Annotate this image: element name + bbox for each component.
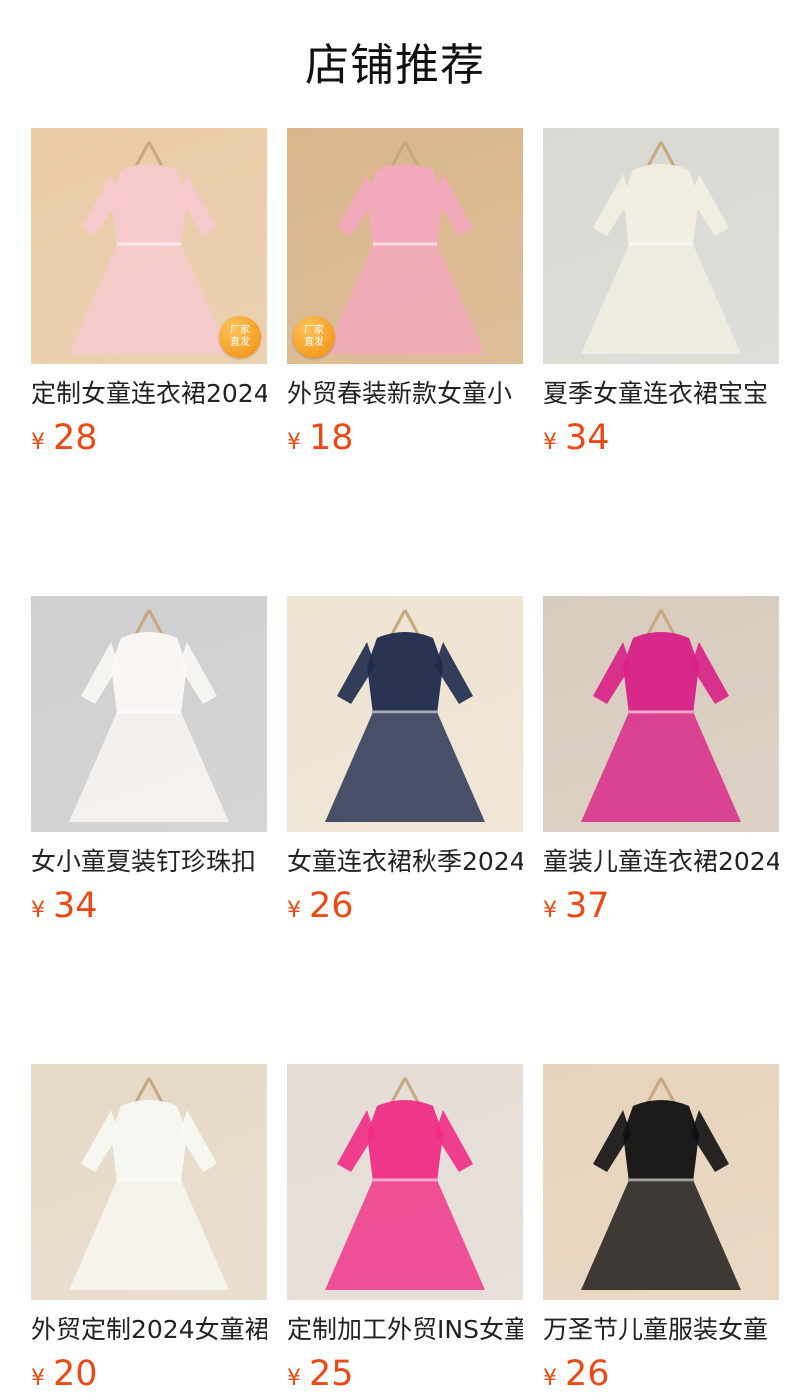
product-price: ¥25 — [287, 1354, 523, 1400]
product-price: ¥37 — [543, 886, 779, 932]
pink-tulle-dress-image[interactable]: 厂家 直发 — [31, 128, 267, 364]
product-grid: 厂家 直发 定制女童连衣裙2024 ¥28 厂家 直发 外贸春装新款女童小 ¥18 夏季女童连衣… — [31, 128, 779, 1400]
product-price: ¥34 — [543, 418, 779, 464]
factory-direct-badge: 厂家 直发 — [219, 316, 261, 358]
currency-symbol: ¥ — [543, 898, 557, 923]
halloween-boo-dress-image[interactable] — [543, 1064, 779, 1300]
product-name[interactable]: 女小童夏装钉珍珠扣 — [31, 846, 267, 878]
product-price: ¥34 — [31, 886, 267, 932]
price-value: 20 — [53, 1354, 98, 1394]
product-card[interactable]: 厂家 直发定制女童连衣裙2024 ¥28 — [31, 128, 267, 464]
price-value: 34 — [565, 418, 610, 458]
product-card[interactable]: 外贸定制2024女童裙 ¥20 — [31, 1064, 267, 1400]
product-name[interactable]: 定制女童连衣裙2024 — [31, 378, 267, 410]
currency-symbol: ¥ — [31, 430, 45, 455]
badge-line-2: 直发 — [230, 337, 250, 348]
product-name[interactable]: 万圣节儿童服装女童 — [543, 1314, 779, 1346]
currency-symbol: ¥ — [31, 898, 45, 923]
price-value: 25 — [309, 1354, 354, 1394]
currency-symbol: ¥ — [287, 898, 301, 923]
product-name[interactable]: 女童连衣裙秋季2024 — [287, 846, 523, 878]
pink-unicorn-dress-image[interactable]: 厂家 直发 — [287, 128, 523, 364]
product-card[interactable]: 厂家 直发外贸春装新款女童小 ¥18 — [287, 128, 523, 464]
factory-direct-badge: 厂家 直发 — [293, 316, 335, 358]
good-vibes-pink-dress-image[interactable] — [287, 1064, 523, 1300]
green-rose-dress-image[interactable] — [31, 1064, 267, 1300]
product-card[interactable]: 童装儿童连衣裙2024 ¥37 — [543, 596, 779, 932]
badge-line-2: 直发 — [304, 337, 324, 348]
product-price: ¥20 — [31, 1354, 267, 1400]
price-value: 37 — [565, 886, 610, 926]
product-card[interactable]: 定制加工外贸INS女童 ¥25 — [287, 1064, 523, 1400]
currency-symbol: ¥ — [543, 1366, 557, 1391]
price-value: 18 — [309, 418, 354, 458]
product-name[interactable]: 定制加工外贸INS女童 — [287, 1314, 523, 1346]
product-name[interactable]: 童装儿童连衣裙2024 — [543, 846, 779, 878]
product-card[interactable]: 女小童夏装钉珍珠扣 ¥34 — [31, 596, 267, 932]
product-card[interactable]: 万圣节儿童服装女童 ¥26 — [543, 1064, 779, 1400]
price-value: 28 — [53, 418, 98, 458]
product-card[interactable]: 女童连衣裙秋季2024 ¥26 — [287, 596, 523, 932]
product-name[interactable]: 外贸春装新款女童小 — [287, 378, 523, 410]
price-value: 26 — [309, 886, 354, 926]
badge-line-1: 厂家 — [304, 325, 324, 336]
price-value: 26 — [565, 1354, 610, 1394]
product-price: ¥18 — [287, 418, 523, 464]
magenta-dress-girl-photo[interactable] — [543, 596, 779, 832]
product-name[interactable]: 外贸定制2024女童裙 — [31, 1314, 267, 1346]
currency-symbol: ¥ — [287, 430, 301, 455]
product-price: ¥26 — [287, 886, 523, 932]
white-red-floral-dress-image[interactable] — [31, 596, 267, 832]
page-title: 店铺推荐 — [305, 40, 485, 91]
product-price: ¥28 — [31, 418, 267, 464]
product-card[interactable]: 夏季女童连衣裙宝宝 ¥34 — [543, 128, 779, 464]
badge-line-1: 厂家 — [230, 325, 250, 336]
product-name[interactable]: 夏季女童连衣裙宝宝 — [543, 378, 779, 410]
price-value: 34 — [53, 886, 98, 926]
product-price: ¥26 — [543, 1354, 779, 1400]
currency-symbol: ¥ — [543, 430, 557, 455]
currency-symbol: ¥ — [31, 1366, 45, 1391]
currency-symbol: ¥ — [287, 1366, 301, 1391]
navy-rainbow-dress-image[interactable] — [287, 596, 523, 832]
white-lace-dress-girls-photo[interactable] — [543, 128, 779, 364]
